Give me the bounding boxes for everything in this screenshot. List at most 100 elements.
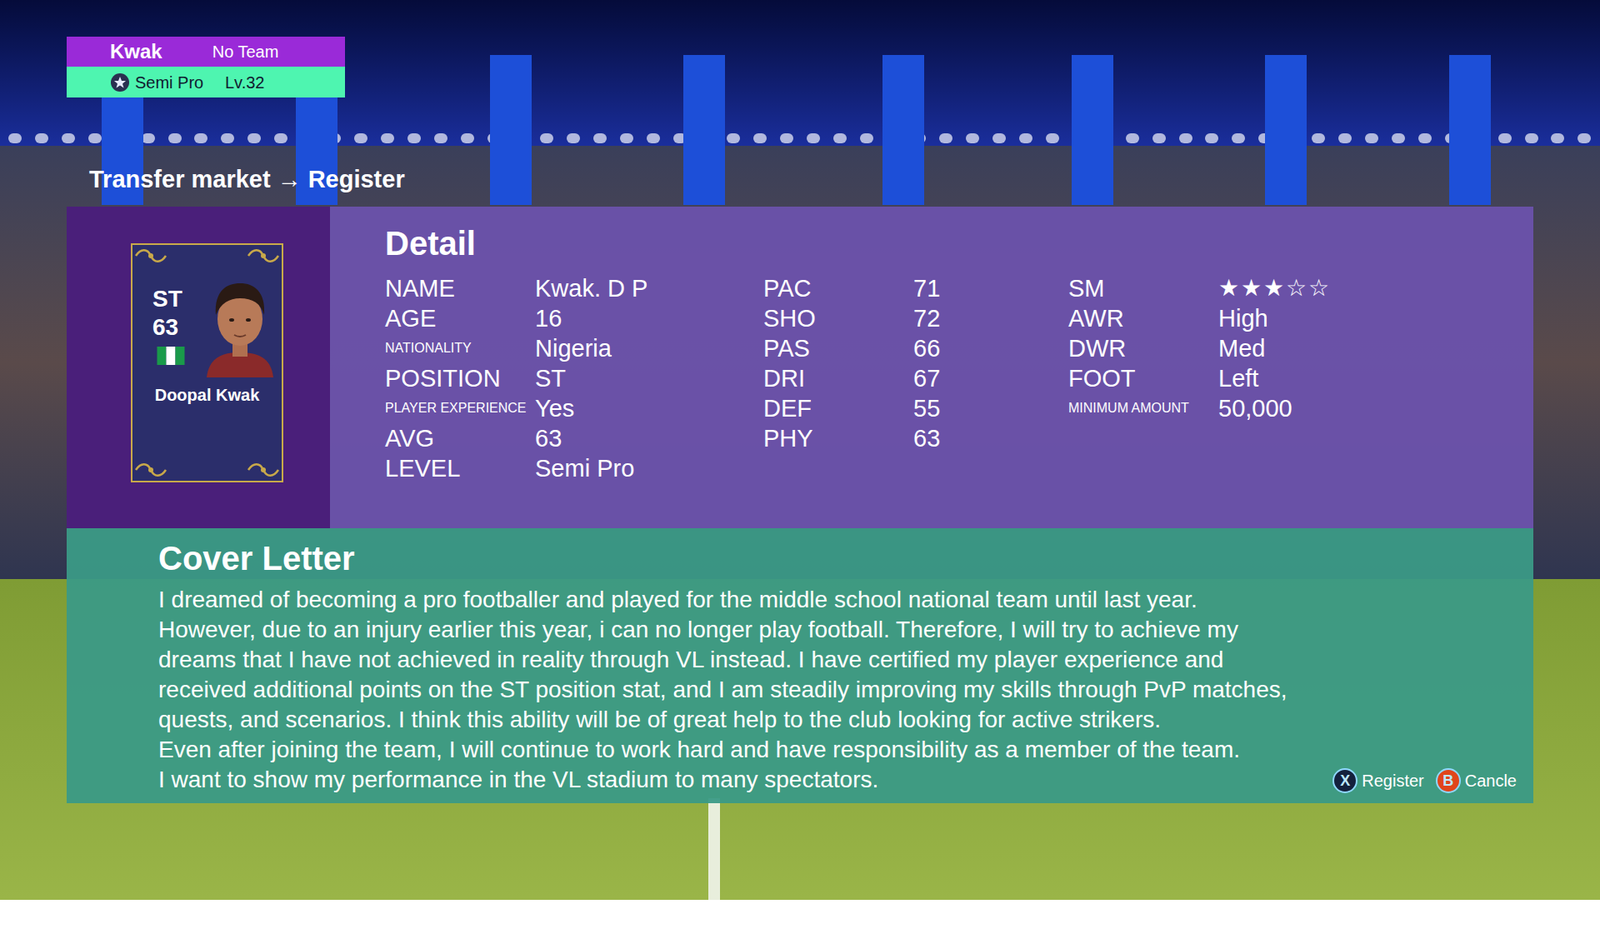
- button-key-icon: X: [1332, 768, 1358, 794]
- cover-letter-title: Cover Letter: [158, 536, 1522, 580]
- detail-label: PHY: [763, 423, 914, 454]
- detail-label: DWR: [1068, 333, 1219, 364]
- ornament-icon: [134, 460, 168, 480]
- detail-value: 67: [913, 363, 1069, 394]
- user-name: Kwak: [110, 36, 163, 67]
- cover-letter-panel: Cover Letter I dreamed of becoming a pro …: [66, 528, 1534, 804]
- detail-row: DWRMed: [1068, 333, 1534, 364]
- user-level: Lv.32: [225, 70, 265, 95]
- detail-group: PAC71SHO72PAS66DRI67DEF55PHY63: [763, 273, 1069, 484]
- detail-title: Detail: [385, 223, 1534, 264]
- cover-letter-line: received additional points on the ST pos…: [158, 675, 1522, 705]
- detail-label: PAC: [763, 273, 914, 304]
- detail-value: 63: [913, 423, 1069, 454]
- detail-value: 55: [913, 393, 1069, 424]
- user-badge: Kwak No Team Semi ProLv.32: [66, 36, 345, 98]
- detail-row: AWRHigh: [1068, 303, 1534, 334]
- detail-label: NATIONALITY: [385, 340, 535, 357]
- detail-row: PLAYER EXPERIENCEYes: [385, 393, 764, 424]
- detail-value: 50,000: [1218, 393, 1534, 424]
- detail-label: AGE: [385, 303, 535, 334]
- detail-value: Med: [1218, 333, 1534, 364]
- detail-row: DRI67: [763, 363, 1069, 394]
- screen: KwakNo TeamSemi ProLv.32Transfer market→…: [0, 0, 1600, 934]
- ornament-icon: [246, 460, 280, 480]
- detail-row: LEVELSemi Pro: [385, 453, 764, 484]
- action-button[interactable]: BCancle: [1435, 768, 1517, 794]
- detail-section: DetailNAMEKwak. D PAGE16NATIONALITYNiger…: [330, 206, 1534, 529]
- cover-letter-line: I dreamed of becoming a pro footballer a…: [158, 585, 1522, 615]
- button-key-icon: B: [1435, 768, 1461, 794]
- banner: [490, 55, 532, 205]
- ornament-icon: [134, 246, 168, 265]
- button-label: Cancle: [1465, 768, 1517, 794]
- player-portrait-icon: [202, 273, 278, 378]
- detail-label: DRI: [763, 363, 914, 394]
- card-rating: 63: [152, 313, 203, 342]
- button-label: Register: [1361, 768, 1424, 794]
- star-rating: ★★★☆☆: [1218, 273, 1534, 304]
- detail-row: SM★★★☆☆: [1068, 273, 1534, 304]
- detail-label: SM: [1068, 273, 1219, 304]
- detail-row: NAMEKwak. D P: [385, 273, 764, 304]
- star-icon: ☆: [1308, 273, 1330, 304]
- detail-row: AVG63: [385, 423, 764, 454]
- flag-icon: [152, 346, 190, 365]
- user-rank: Semi Pro: [135, 70, 225, 95]
- star-icon: ★: [1263, 273, 1285, 304]
- detail-row: NATIONALITYNigeria: [385, 333, 764, 364]
- detail-label: POSITION: [385, 363, 535, 394]
- detail-row: PAC71: [763, 273, 1069, 304]
- detail-label: MINIMUM AMOUNT: [1068, 400, 1219, 417]
- detail-value: Left: [1218, 363, 1534, 394]
- detail-row: PHY63: [763, 423, 1069, 454]
- cover-letter-line: dreams that I have not achieved in reali…: [158, 645, 1522, 675]
- user-team: No Team: [212, 39, 280, 65]
- detail-label: LEVEL: [385, 453, 535, 484]
- detail-row: PAS66: [763, 333, 1069, 364]
- detail-value: ST: [535, 363, 764, 394]
- cover-letter-line: Even after joining the team, I will cont…: [158, 735, 1522, 765]
- cover-letter-line: However, due to an injury earlier this y…: [158, 615, 1522, 645]
- detail-value: 72: [913, 303, 1069, 334]
- star-icon: ★: [1218, 273, 1240, 304]
- detail-row: POSITIONST: [385, 363, 764, 394]
- banner: [1071, 55, 1114, 205]
- detail-label: PAS: [763, 333, 914, 364]
- detail-value: Kwak. D P: [535, 273, 764, 304]
- detail-row: AGE16: [385, 303, 764, 334]
- button-bar: XRegister BCancle: [1332, 768, 1522, 795]
- banner: [1449, 55, 1491, 205]
- detail-label: FOOT: [1068, 363, 1219, 394]
- detail-row: MINIMUM AMOUNT50,000: [1068, 393, 1534, 424]
- detail-row: SHO72: [763, 303, 1069, 334]
- banner: [1265, 55, 1307, 205]
- star-icon: ★: [1240, 273, 1262, 304]
- detail-label: AVG: [385, 423, 535, 454]
- action-button[interactable]: XRegister: [1332, 768, 1424, 794]
- detail-value: Yes: [535, 393, 764, 424]
- detail-label: SHO: [763, 303, 914, 334]
- detail-row: DEF55: [763, 393, 1069, 424]
- detail-label: DEF: [763, 393, 914, 424]
- ornament-icon: [246, 246, 280, 265]
- detail-value: Semi Pro: [535, 453, 764, 484]
- detail-group: SM★★★☆☆AWRHighDWRMedFOOTLeftMINIMUM AMOU…: [1068, 273, 1534, 484]
- detail-group: NAMEKwak. D PAGE16NATIONALITYNigeriaPOSI…: [385, 273, 764, 484]
- star-icon: ☆: [1285, 273, 1307, 304]
- cover-letter-line: I want to show my performance in the VL …: [158, 765, 879, 795]
- detail-value: 16: [535, 303, 764, 334]
- detail-panel: ST63Doopal KwakDetailNAMEKwak. D PAGE16N…: [66, 206, 1534, 529]
- card-position: ST: [152, 285, 203, 314]
- detail-value: Nigeria: [535, 333, 764, 364]
- detail-row: FOOTLeft: [1068, 363, 1534, 394]
- detail-value: 63: [535, 423, 764, 454]
- breadcrumb: Transfer market→Register: [89, 164, 1534, 195]
- cover-letter-line: quests, and scenarios. I think this abil…: [158, 705, 1522, 735]
- card-column: ST63Doopal Kwak: [66, 206, 330, 529]
- player-card: ST63Doopal Kwak: [130, 243, 284, 483]
- detail-value: High: [1218, 303, 1534, 334]
- rank-icon: [110, 72, 130, 93]
- banner: [683, 55, 725, 205]
- detail-label: PLAYER EXPERIENCE: [385, 400, 535, 417]
